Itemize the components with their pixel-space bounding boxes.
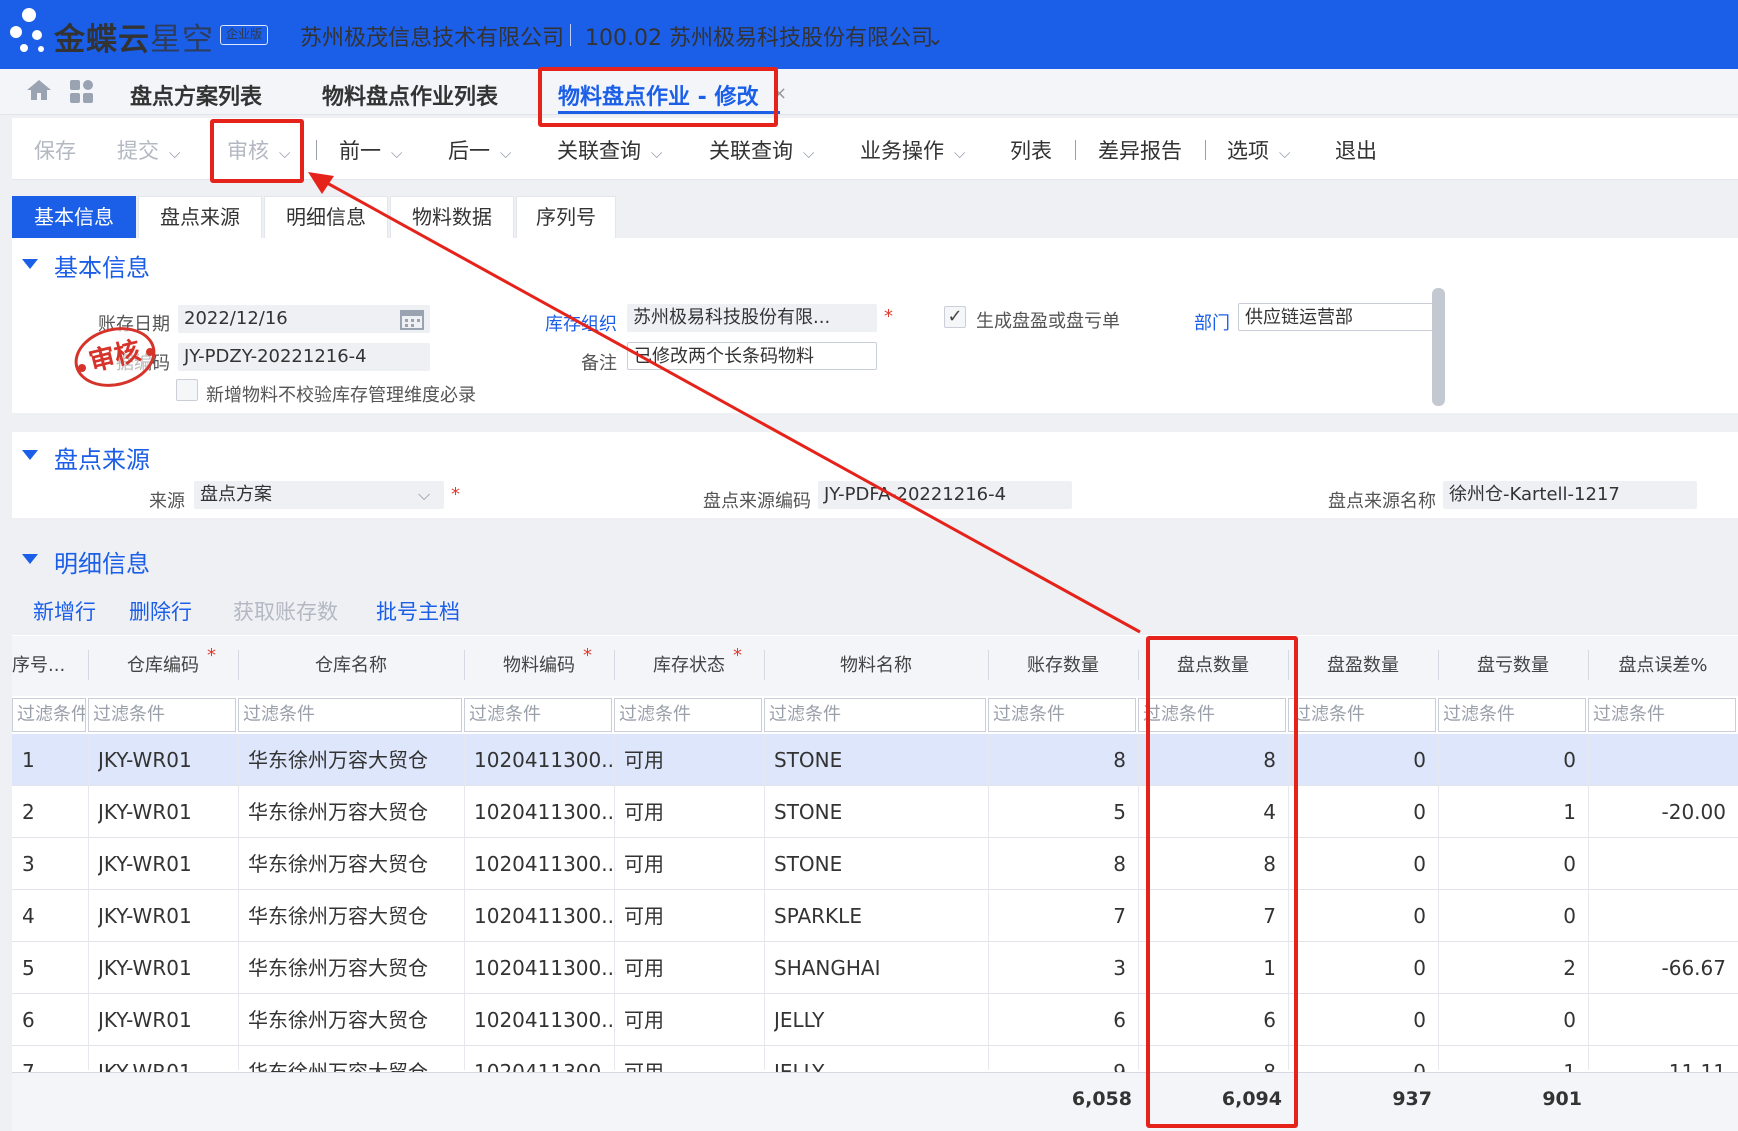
cell-stock-status[interactable]: 可用 [624, 942, 762, 994]
cell-gain-qty[interactable]: 0 [1288, 786, 1426, 838]
cell-loss-qty[interactable]: 0 [1438, 994, 1576, 1046]
cell-gain-qty[interactable]: 0 [1288, 1046, 1426, 1072]
cell-gain-qty[interactable]: 0 [1288, 838, 1426, 890]
cell-material-code[interactable]: 1020411300... [474, 942, 612, 994]
cell-loss-qty[interactable]: 0 [1438, 890, 1576, 942]
cell-warehouse-name[interactable]: 华东徐州万容大贸仓 [248, 838, 462, 890]
cell-warehouse-code[interactable]: JKY-WR01 [98, 942, 236, 994]
cell-seq[interactable]: 7 [22, 1046, 86, 1072]
cell-gain-qty[interactable]: 0 [1288, 734, 1426, 786]
total-loss-qty: 901 [1542, 1088, 1582, 1110]
column-gridline [614, 734, 615, 1070]
cell-gain-qty[interactable]: 0 [1288, 890, 1426, 942]
cell-material-code[interactable]: 1020411300... [474, 838, 612, 890]
cell-book-qty[interactable]: 8 [988, 838, 1126, 890]
cell-material-name[interactable]: JELLY [774, 994, 986, 1046]
cell-material-name[interactable]: SHANGHAI [774, 942, 986, 994]
cell-stock-status[interactable]: 可用 [624, 1046, 762, 1072]
cell-error-pct[interactable]: -20.00 [1588, 786, 1726, 838]
cell-material-name[interactable]: STONE [774, 734, 986, 786]
cell-loss-qty[interactable]: 1 [1438, 1046, 1576, 1072]
column-gridline [238, 734, 239, 1070]
cell-warehouse-code[interactable]: JKY-WR01 [98, 994, 236, 1046]
cell-gain-qty[interactable]: 0 [1288, 942, 1426, 994]
cell-error-pct[interactable]: -66.67 [1588, 942, 1726, 994]
highlight-box [1146, 636, 1298, 1128]
cell-material-name[interactable]: SPARKLE [774, 890, 986, 942]
cell-seq[interactable]: 5 [22, 942, 86, 994]
cell-warehouse-name[interactable]: 华东徐州万容大贸仓 [248, 942, 462, 994]
cell-seq[interactable]: 3 [22, 838, 86, 890]
cell-warehouse-code[interactable]: JKY-WR01 [98, 786, 236, 838]
column-gridline [1438, 734, 1439, 1070]
total-gain-qty: 937 [1392, 1088, 1432, 1110]
column-gridline [88, 734, 89, 1070]
cell-material-name[interactable]: JELLY [774, 1046, 986, 1072]
cell-warehouse-name[interactable]: 华东徐州万容大贸仓 [248, 890, 462, 942]
highlight-box [210, 119, 304, 183]
cell-warehouse-name[interactable]: 华东徐州万容大贸仓 [248, 734, 462, 786]
cell-error-pct[interactable]: -11.11 [1588, 1046, 1726, 1072]
cell-material-code[interactable]: 1020411300... [474, 734, 612, 786]
cell-stock-status[interactable]: 可用 [624, 734, 762, 786]
cell-material-code[interactable]: 1020411300... [474, 1046, 612, 1072]
column-gridline [464, 734, 465, 1070]
cell-loss-qty[interactable]: 2 [1438, 942, 1576, 994]
column-gridline [1588, 734, 1589, 1070]
cell-stock-status[interactable]: 可用 [624, 994, 762, 1046]
cell-book-qty[interactable]: 8 [988, 734, 1126, 786]
column-gridline [1138, 734, 1139, 1070]
cell-book-qty[interactable]: 9 [988, 1046, 1126, 1072]
column-gridline [988, 734, 989, 1070]
cell-seq[interactable]: 2 [22, 786, 86, 838]
cell-material-code[interactable]: 1020411300... [474, 994, 612, 1046]
cell-book-qty[interactable]: 7 [988, 890, 1126, 942]
total-book-qty: 6,058 [1071, 1088, 1132, 1110]
highlight-box [538, 67, 778, 127]
column-gridline [764, 734, 765, 1070]
cell-warehouse-name[interactable]: 华东徐州万容大贸仓 [248, 1046, 462, 1072]
cell-error-pct[interactable] [1588, 734, 1726, 786]
cell-loss-qty[interactable]: 0 [1438, 838, 1576, 890]
cell-loss-qty[interactable]: 0 [1438, 734, 1576, 786]
cell-book-qty[interactable]: 6 [988, 994, 1126, 1046]
cell-error-pct[interactable] [1588, 994, 1726, 1046]
cell-seq[interactable]: 6 [22, 994, 86, 1046]
cell-book-qty[interactable]: 5 [988, 786, 1126, 838]
cell-warehouse-name[interactable]: 华东徐州万容大贸仓 [248, 994, 462, 1046]
cell-book-qty[interactable]: 3 [988, 942, 1126, 994]
cell-material-name[interactable]: STONE [774, 786, 986, 838]
cell-material-name[interactable]: STONE [774, 838, 986, 890]
cell-seq[interactable]: 4 [22, 890, 86, 942]
cell-warehouse-code[interactable]: JKY-WR01 [98, 838, 236, 890]
cell-material-code[interactable]: 1020411300... [474, 786, 612, 838]
cell-gain-qty[interactable]: 0 [1288, 994, 1426, 1046]
cell-warehouse-code[interactable]: JKY-WR01 [98, 1046, 236, 1072]
cell-material-code[interactable]: 1020411300... [474, 890, 612, 942]
cell-seq[interactable]: 1 [22, 734, 86, 786]
cell-warehouse-code[interactable]: JKY-WR01 [98, 734, 236, 786]
cell-stock-status[interactable]: 可用 [624, 786, 762, 838]
cell-stock-status[interactable]: 可用 [624, 890, 762, 942]
cell-warehouse-code[interactable]: JKY-WR01 [98, 890, 236, 942]
cell-stock-status[interactable]: 可用 [624, 838, 762, 890]
cell-error-pct[interactable] [1588, 890, 1726, 942]
cell-warehouse-name[interactable]: 华东徐州万容大贸仓 [248, 786, 462, 838]
cell-error-pct[interactable] [1588, 838, 1726, 890]
cell-loss-qty[interactable]: 1 [1438, 786, 1576, 838]
